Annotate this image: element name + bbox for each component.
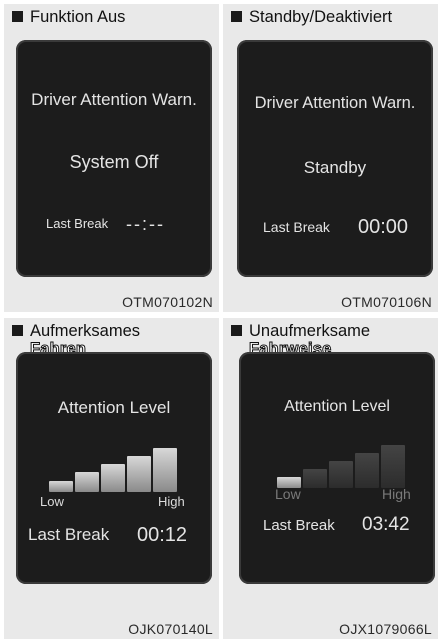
display-title: Driver Attention Warn. xyxy=(31,90,197,109)
attention-level-bar xyxy=(75,472,99,492)
cluster-display: Driver Attention Warn. Standby Last Brea… xyxy=(237,40,433,277)
attention-level-bars xyxy=(49,446,177,492)
panel-standby: Standby/Deaktiviert Driver Attention War… xyxy=(223,4,438,312)
square-bullet-icon xyxy=(12,325,23,336)
attention-level-bar xyxy=(303,469,327,488)
last-break-label: Last Break xyxy=(263,219,330,235)
display-title: Driver Attention Warn. xyxy=(254,94,416,112)
attention-level-bar xyxy=(381,445,405,488)
last-break-value: 00:00 xyxy=(358,216,409,238)
attention-level-bars xyxy=(277,444,405,488)
panel-caption: Standby/Deaktiviert xyxy=(231,8,392,26)
panel-function-off: Funktion Aus Driver Attention Warn. Syst… xyxy=(4,4,219,312)
last-break-label: Last Break xyxy=(28,525,110,544)
panel-attentive-driving: Aufmerksames Fahren Attention Level Low H… xyxy=(4,318,219,639)
attention-level-bar xyxy=(49,481,73,492)
last-break-label: Last Break xyxy=(46,216,109,231)
high-label: High xyxy=(158,494,185,509)
cluster-display: Driver Attention Warn. System Off Last B… xyxy=(16,40,212,277)
system-status: System Off xyxy=(69,152,159,172)
figure-code: OJK070140L xyxy=(128,621,213,637)
attention-level-bar xyxy=(153,448,177,492)
attention-level-bar xyxy=(329,461,353,488)
low-label: Low xyxy=(275,486,301,502)
display-title: Attention Level xyxy=(57,398,171,417)
panel-inattentive-driving: Unaufmerksame Fahrweise Attention Level L… xyxy=(223,318,438,639)
caption-text: Standby/Deaktiviert xyxy=(249,8,393,26)
square-bullet-icon xyxy=(12,11,23,22)
last-break-label: Last Break xyxy=(263,517,335,534)
display-title: Attention Level xyxy=(284,398,390,415)
figure-code: OJX1079066L xyxy=(339,621,432,637)
attention-level-bar xyxy=(101,464,125,492)
figure-code: OTM070106N xyxy=(341,294,432,310)
attention-level-bar xyxy=(355,453,379,488)
cluster-display: Attention Level Low High Last Break 03:4… xyxy=(239,352,435,584)
last-break-value: --:-- xyxy=(126,214,165,234)
figure-code: OTM070102N xyxy=(122,294,213,310)
last-break-value: 00:12 xyxy=(137,524,188,546)
low-label: Low xyxy=(40,494,64,509)
cluster-display: Attention Level Low High Last Break 00:1… xyxy=(16,352,212,584)
square-bullet-icon xyxy=(231,11,242,22)
caption-text: Funktion Aus xyxy=(30,8,126,26)
caption-line1: Aufmerksames xyxy=(30,322,141,340)
attention-level-bar xyxy=(127,456,151,492)
system-status: Standby xyxy=(303,158,367,177)
caption-line1: Unaufmerksame xyxy=(249,322,371,340)
last-break-value: 03:42 xyxy=(362,514,410,535)
square-bullet-icon xyxy=(231,325,242,336)
panel-caption: Funktion Aus xyxy=(12,8,125,26)
high-label: High xyxy=(382,486,411,502)
